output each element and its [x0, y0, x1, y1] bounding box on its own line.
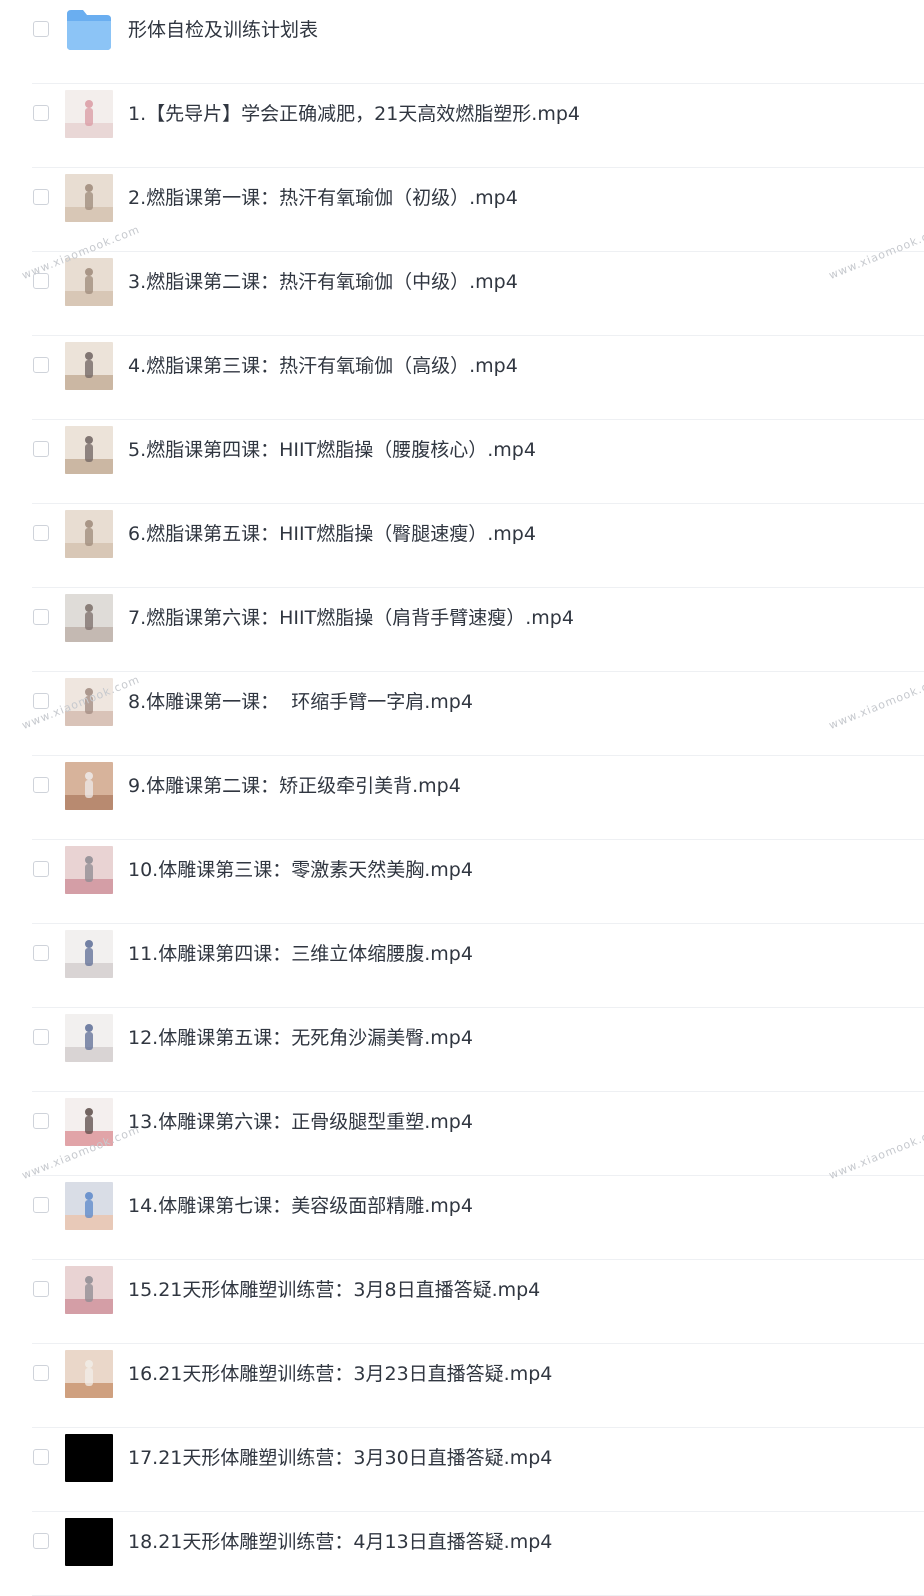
list-item[interactable]: 10.体雕课第三课：零激素天然美胸.mp4: [0, 840, 924, 924]
row-checkbox[interactable]: [33, 693, 49, 709]
row-checkbox[interactable]: [33, 105, 49, 121]
list-item[interactable]: 4.燃脂课第三课：热汗有氧瑜伽（高级）.mp4: [0, 336, 924, 420]
list-item[interactable]: 1.【先导片】学会正确减肥，21天高效燃脂塑形.mp4: [0, 84, 924, 168]
video-thumbnail: [65, 762, 113, 810]
row-checkbox[interactable]: [33, 1365, 49, 1381]
row-checkbox[interactable]: [33, 1113, 49, 1129]
row-checkbox[interactable]: [33, 525, 49, 541]
list-item[interactable]: 16.21天形体雕塑训练营：3月23日直播答疑.mp4: [0, 1344, 924, 1428]
row-checkbox[interactable]: [33, 189, 49, 205]
file-name[interactable]: 16.21天形体雕塑训练营：3月23日直播答疑.mp4: [128, 1362, 552, 1386]
file-name[interactable]: 6.燃脂课第五课：HIIT燃脂操（臀腿速瘦）.mp4: [128, 522, 536, 546]
file-name[interactable]: 14.体雕课第七课：美容级面部精雕.mp4: [128, 1194, 473, 1218]
file-name[interactable]: 15.21天形体雕塑训练营：3月8日直播答疑.mp4: [128, 1278, 540, 1302]
row-checkbox[interactable]: [33, 1449, 49, 1465]
file-name[interactable]: 4.燃脂课第三课：热汗有氧瑜伽（高级）.mp4: [128, 354, 518, 378]
file-name[interactable]: 12.体雕课第五课：无死角沙漏美臀.mp4: [128, 1026, 473, 1050]
list-item[interactable]: 11.体雕课第四课：三维立体缩腰腹.mp4: [0, 924, 924, 1008]
video-thumbnail: [65, 1266, 113, 1314]
file-name[interactable]: 17.21天形体雕塑训练营：3月30日直播答疑.mp4: [128, 1446, 552, 1470]
row-checkbox[interactable]: [33, 777, 49, 793]
video-thumbnail: [65, 90, 113, 138]
video-thumbnail: [65, 258, 113, 306]
file-name[interactable]: 11.体雕课第四课：三维立体缩腰腹.mp4: [128, 942, 473, 966]
folder-name[interactable]: 形体自检及训练计划表: [128, 18, 318, 42]
video-thumbnail: [65, 1518, 113, 1566]
list-item[interactable]: 6.燃脂课第五课：HIIT燃脂操（臀腿速瘦）.mp4: [0, 504, 924, 588]
file-name[interactable]: 2.燃脂课第一课：热汗有氧瑜伽（初级）.mp4: [128, 186, 518, 210]
row-checkbox[interactable]: [33, 21, 49, 37]
file-name[interactable]: 5.燃脂课第四课：HIIT燃脂操（腰腹核心）.mp4: [128, 438, 536, 462]
list-item[interactable]: 8.体雕课第一课： 环缩手臂一字肩.mp4: [0, 672, 924, 756]
video-thumbnail: [65, 678, 113, 726]
row-checkbox[interactable]: [33, 273, 49, 289]
file-name[interactable]: 9.体雕课第二课：矫正级牵引美背.mp4: [128, 774, 461, 798]
video-thumbnail: [65, 426, 113, 474]
list-item-folder[interactable]: 形体自检及训练计划表: [0, 0, 924, 84]
list-item[interactable]: 12.体雕课第五课：无死角沙漏美臀.mp4: [0, 1008, 924, 1092]
video-thumbnail: [65, 930, 113, 978]
file-name[interactable]: 10.体雕课第三课：零激素天然美胸.mp4: [128, 858, 473, 882]
list-item[interactable]: 2.燃脂课第一课：热汗有氧瑜伽（初级）.mp4: [0, 168, 924, 252]
list-item[interactable]: 5.燃脂课第四课：HIIT燃脂操（腰腹核心）.mp4: [0, 420, 924, 504]
video-thumbnail: [65, 594, 113, 642]
list-item[interactable]: 14.体雕课第七课：美容级面部精雕.mp4: [0, 1176, 924, 1260]
row-checkbox[interactable]: [33, 945, 49, 961]
video-thumbnail: [65, 846, 113, 894]
video-thumbnail: [65, 1014, 113, 1062]
list-item[interactable]: 9.体雕课第二课：矫正级牵引美背.mp4: [0, 756, 924, 840]
video-thumbnail: [65, 174, 113, 222]
row-checkbox[interactable]: [33, 1281, 49, 1297]
file-name[interactable]: 7.燃脂课第六课：HIIT燃脂操（肩背手臂速瘦）.mp4: [128, 606, 574, 630]
video-thumbnail: [65, 1350, 113, 1398]
row-checkbox[interactable]: [33, 1029, 49, 1045]
file-name[interactable]: 1.【先导片】学会正确减肥，21天高效燃脂塑形.mp4: [128, 102, 580, 126]
row-checkbox[interactable]: [33, 609, 49, 625]
list-item[interactable]: 18.21天形体雕塑训练营：4月13日直播答疑.mp4: [0, 1512, 924, 1596]
file-name[interactable]: 8.体雕课第一课： 环缩手臂一字肩.mp4: [128, 690, 473, 714]
file-name[interactable]: 18.21天形体雕塑训练营：4月13日直播答疑.mp4: [128, 1530, 552, 1554]
video-thumbnail: [65, 342, 113, 390]
folder-icon: [65, 6, 113, 54]
list-item[interactable]: 3.燃脂课第二课：热汗有氧瑜伽（中级）.mp4: [0, 252, 924, 336]
video-thumbnail: [65, 510, 113, 558]
row-checkbox[interactable]: [33, 861, 49, 877]
video-thumbnail: [65, 1098, 113, 1146]
file-name[interactable]: 3.燃脂课第二课：热汗有氧瑜伽（中级）.mp4: [128, 270, 518, 294]
row-checkbox[interactable]: [33, 357, 49, 373]
list-item[interactable]: 7.燃脂课第六课：HIIT燃脂操（肩背手臂速瘦）.mp4: [0, 588, 924, 672]
list-item[interactable]: 13.体雕课第六课：正骨级腿型重塑.mp4: [0, 1092, 924, 1176]
row-checkbox[interactable]: [33, 1197, 49, 1213]
row-checkbox[interactable]: [33, 1533, 49, 1549]
row-checkbox[interactable]: [33, 441, 49, 457]
video-thumbnail: [65, 1434, 113, 1482]
list-item[interactable]: 17.21天形体雕塑训练营：3月30日直播答疑.mp4: [0, 1428, 924, 1512]
video-thumbnail: [65, 1182, 113, 1230]
file-name[interactable]: 13.体雕课第六课：正骨级腿型重塑.mp4: [128, 1110, 473, 1134]
list-item[interactable]: 15.21天形体雕塑训练营：3月8日直播答疑.mp4: [0, 1260, 924, 1344]
